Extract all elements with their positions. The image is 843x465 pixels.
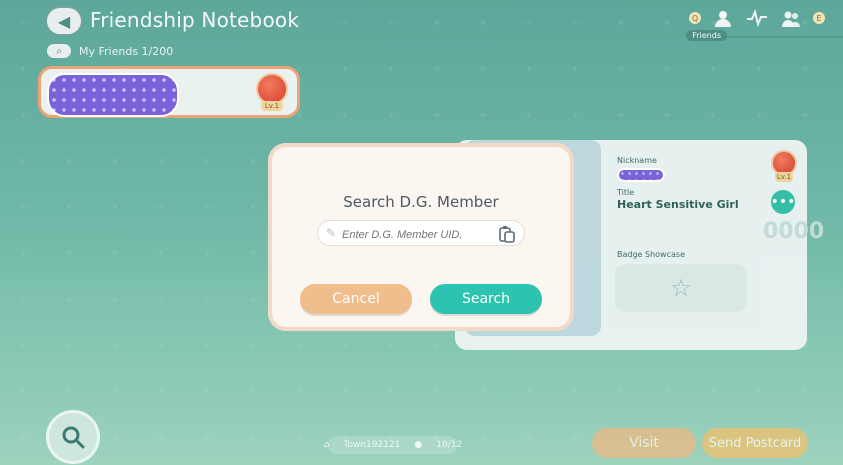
town-id: Town192121 <box>343 440 401 450</box>
cancel-button[interactable]: Cancel <box>300 284 412 314</box>
pencil-icon: ✎ <box>326 226 337 240</box>
visit-button[interactable]: Visit <box>592 428 696 458</box>
bottom-search-button[interactable] <box>46 410 100 464</box>
people-icon: ● <box>414 440 423 450</box>
send-postcard-button[interactable]: Send Postcard <box>702 428 808 458</box>
town-icon: ⌂ <box>323 440 330 450</box>
people-count: 10/12 <box>436 440 463 450</box>
search-dialog: Search D.G. Member ✎ Cancel Search <box>268 143 574 331</box>
uid-input[interactable] <box>340 225 494 245</box>
search-icon <box>62 426 85 449</box>
bottom-status: ⌂ Town192121 ● 10/12 <box>324 436 462 454</box>
search-button[interactable]: Search <box>430 284 542 314</box>
paste-icon[interactable] <box>498 225 516 243</box>
dialog-title: Search D.G. Member <box>343 193 499 211</box>
uid-field[interactable]: ✎ <box>317 220 525 246</box>
